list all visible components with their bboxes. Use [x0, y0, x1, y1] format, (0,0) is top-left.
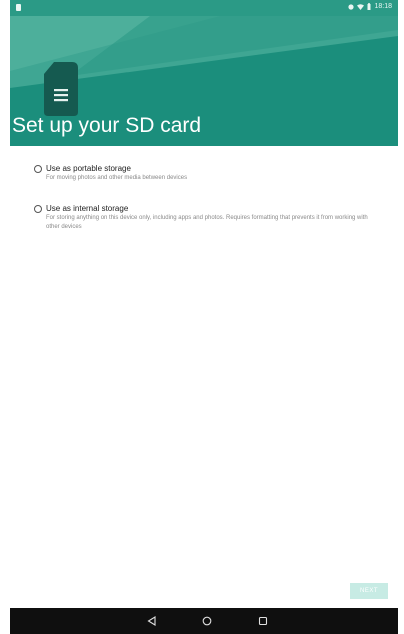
battery-icon: [367, 3, 371, 10]
option-internal-storage[interactable]: Use as internal storage For storing anyt…: [34, 204, 379, 232]
option-label: Use as portable storage: [46, 164, 131, 173]
header: Set up your SD card: [10, 16, 398, 146]
page-title: Set up your SD card: [12, 114, 202, 137]
home-button[interactable]: [200, 614, 214, 628]
status-time: 18:18: [374, 3, 392, 10]
radio-internal-storage[interactable]: [34, 204, 42, 213]
back-button[interactable]: [145, 614, 159, 628]
option-description: For storing anything on this device only…: [46, 215, 368, 230]
home-icon: [202, 616, 212, 626]
status-icons: 18:18: [348, 3, 392, 10]
back-icon: [147, 616, 156, 626]
option-label: Use as internal storage: [46, 204, 129, 213]
sd-card-icon: [44, 62, 78, 116]
recents-button[interactable]: [256, 614, 270, 628]
radio-portable-storage[interactable]: [34, 164, 42, 173]
option-portable-storage[interactable]: Use as portable storage For moving photo…: [34, 164, 379, 183]
storage-options: Use as portable storage For moving photo…: [10, 146, 398, 608]
next-button[interactable]: NEXT: [350, 583, 388, 599]
status-bar: 18:18: [10, 0, 398, 16]
option-description: For moving photos and other media betwee…: [46, 175, 188, 181]
alarm-icon: [348, 3, 355, 10]
notification-icon: [16, 4, 21, 11]
screen: 18:18 Set up your SD card Use as portabl…: [10, 0, 398, 634]
recents-icon: [258, 616, 268, 626]
wifi-icon: [357, 3, 365, 10]
navigation-bar: [10, 608, 398, 634]
